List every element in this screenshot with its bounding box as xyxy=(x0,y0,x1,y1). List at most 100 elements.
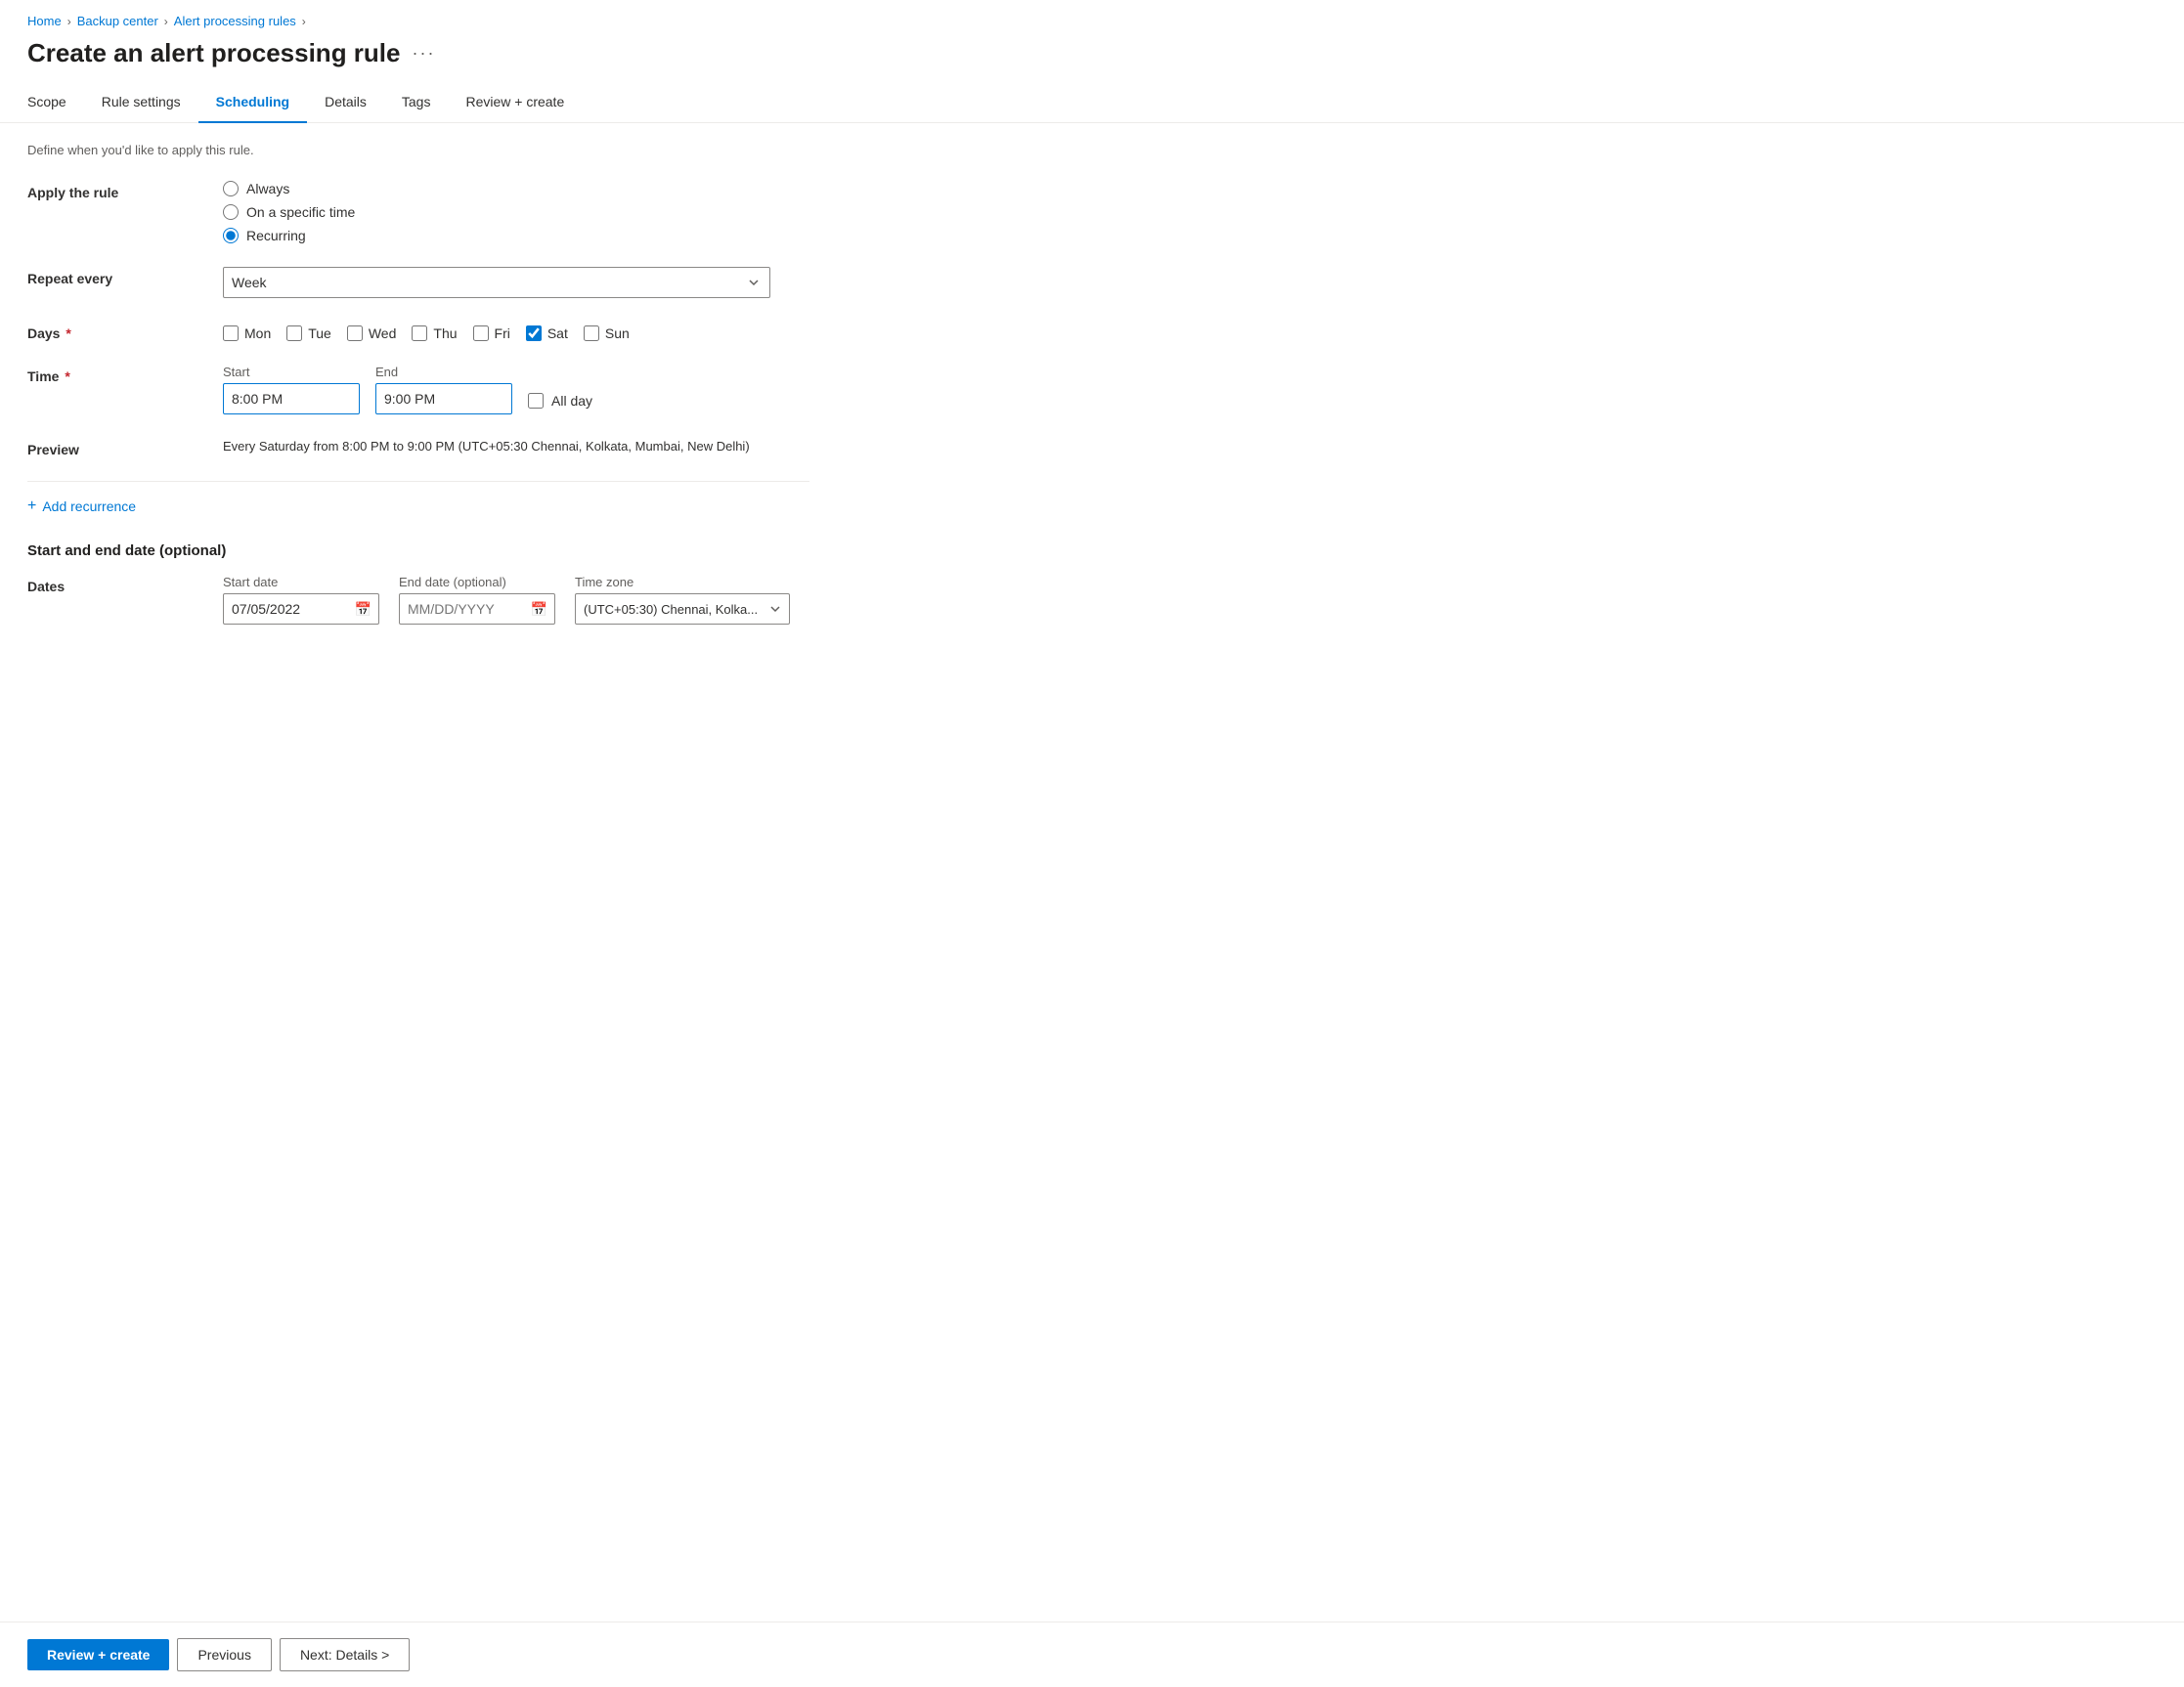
tab-scope[interactable]: Scope xyxy=(27,84,84,123)
day-wed[interactable]: Wed xyxy=(347,325,397,341)
start-end-date-heading: Start and end date (optional) xyxy=(27,542,809,559)
dates-label: Dates xyxy=(27,575,223,594)
end-date-input[interactable] xyxy=(399,593,555,625)
day-fri-label: Fri xyxy=(495,325,510,341)
time-label: Time * xyxy=(27,365,223,384)
day-sat-checkbox[interactable] xyxy=(526,325,542,341)
breadcrumb-backup-center[interactable]: Backup center xyxy=(77,14,158,28)
add-recurrence-link[interactable]: + Add recurrence xyxy=(27,497,809,515)
add-recurrence-label: Add recurrence xyxy=(42,498,136,514)
day-sat-label: Sat xyxy=(547,325,568,341)
day-tue[interactable]: Tue xyxy=(286,325,331,341)
tabs-container: Scope Rule settings Scheduling Details T… xyxy=(0,84,2184,123)
breadcrumb-home[interactable]: Home xyxy=(27,14,62,28)
breadcrumb-alert-rules[interactable]: Alert processing rules xyxy=(174,14,296,28)
repeat-every-row: Repeat every Hour Day Week Month xyxy=(27,267,809,298)
radio-specific-time-label: On a specific time xyxy=(246,204,355,220)
repeat-every-select[interactable]: Hour Day Week Month xyxy=(223,267,770,298)
page-title-area: Create an alert processing rule ··· xyxy=(0,34,2184,84)
apply-rule-label: Apply the rule xyxy=(27,181,223,200)
breadcrumb-sep2: › xyxy=(164,15,168,28)
tab-review-create[interactable]: Review + create xyxy=(448,84,582,123)
radio-always-input[interactable] xyxy=(223,181,239,196)
radio-specific-time[interactable]: On a specific time xyxy=(223,204,809,220)
start-end-date-section: Start and end date (optional) Dates Star… xyxy=(27,542,809,625)
radio-always[interactable]: Always xyxy=(223,181,809,196)
days-label: Days * xyxy=(27,322,223,341)
preview-row: Preview Every Saturday from 8:00 PM to 9… xyxy=(27,438,809,457)
end-date-wrapper: 📅 xyxy=(399,593,555,625)
days-required-marker: * xyxy=(62,325,70,341)
day-sun-label: Sun xyxy=(605,325,630,341)
radio-specific-time-input[interactable] xyxy=(223,204,239,220)
more-options-icon[interactable]: ··· xyxy=(412,43,435,64)
day-fri[interactable]: Fri xyxy=(473,325,510,341)
page-title: Create an alert processing rule xyxy=(27,38,400,68)
tab-scheduling[interactable]: Scheduling xyxy=(198,84,307,123)
end-date-label: End date (optional) xyxy=(399,575,555,589)
end-time-field: End xyxy=(375,365,512,414)
start-date-label: Start date xyxy=(223,575,379,589)
form-section: Apply the rule Always On a specific time… xyxy=(27,181,809,625)
preview-label: Preview xyxy=(27,438,223,457)
footer: Review + create Previous Next: Details > xyxy=(0,1622,2184,1687)
radio-always-label: Always xyxy=(246,181,289,196)
allday-option[interactable]: All day xyxy=(528,393,592,414)
day-sun[interactable]: Sun xyxy=(584,325,630,341)
preview-control: Every Saturday from 8:00 PM to 9:00 PM (… xyxy=(223,438,809,454)
day-tue-checkbox[interactable] xyxy=(286,325,302,341)
review-create-button[interactable]: Review + create xyxy=(27,1639,169,1670)
date-fields: Start date 📅 End date (optional) 📅 xyxy=(223,575,790,625)
start-date-input[interactable] xyxy=(223,593,379,625)
day-sun-checkbox[interactable] xyxy=(584,325,599,341)
tab-tags[interactable]: Tags xyxy=(384,84,449,123)
next-button[interactable]: Next: Details > xyxy=(280,1638,410,1671)
day-fri-checkbox[interactable] xyxy=(473,325,489,341)
radio-recurring-label: Recurring xyxy=(246,228,306,243)
breadcrumb-sep1: › xyxy=(67,15,71,28)
time-required-marker: * xyxy=(61,368,69,384)
tab-details[interactable]: Details xyxy=(307,84,384,123)
timezone-label: Time zone xyxy=(575,575,790,589)
apply-rule-row: Apply the rule Always On a specific time… xyxy=(27,181,809,243)
radio-recurring-input[interactable] xyxy=(223,228,239,243)
day-thu-checkbox[interactable] xyxy=(412,325,427,341)
end-time-label: End xyxy=(375,365,512,379)
days-group: Mon Tue Wed Thu xyxy=(223,322,809,341)
day-wed-checkbox[interactable] xyxy=(347,325,363,341)
start-date-wrapper: 📅 xyxy=(223,593,379,625)
time-control: Start End All day xyxy=(223,365,809,414)
day-thu-label: Thu xyxy=(433,325,457,341)
day-mon[interactable]: Mon xyxy=(223,325,271,341)
end-time-input[interactable] xyxy=(375,383,512,414)
repeat-every-label: Repeat every xyxy=(27,267,223,286)
allday-checkbox[interactable] xyxy=(528,393,544,409)
start-time-field: Start xyxy=(223,365,360,414)
apply-rule-control: Always On a specific time Recurring xyxy=(223,181,809,243)
page-subtitle: Define when you'd like to apply this rul… xyxy=(27,143,2157,157)
day-sat[interactable]: Sat xyxy=(526,325,568,341)
days-control: Mon Tue Wed Thu xyxy=(223,322,809,341)
breadcrumb-sep3: › xyxy=(302,15,306,28)
day-mon-label: Mon xyxy=(244,325,271,341)
dates-row: Dates Start date 📅 End date (optional) xyxy=(27,575,809,625)
day-thu[interactable]: Thu xyxy=(412,325,457,341)
time-group: Start End All day xyxy=(223,365,809,414)
timezone-select[interactable]: (UTC+05:30) Chennai, Kolka... xyxy=(575,593,790,625)
preview-text: Every Saturday from 8:00 PM to 9:00 PM (… xyxy=(223,435,750,454)
apply-rule-radio-group: Always On a specific time Recurring xyxy=(223,181,809,243)
radio-recurring[interactable]: Recurring xyxy=(223,228,809,243)
plus-icon: + xyxy=(27,497,36,515)
start-date-field: Start date 📅 xyxy=(223,575,379,625)
main-content: Define when you'd like to apply this rul… xyxy=(0,123,2184,1622)
days-row: Days * Mon Tue Wed xyxy=(27,322,809,341)
start-time-input[interactable] xyxy=(223,383,360,414)
tab-rule-settings[interactable]: Rule settings xyxy=(84,84,198,123)
start-time-label: Start xyxy=(223,365,360,379)
breadcrumb: Home › Backup center › Alert processing … xyxy=(0,0,2184,34)
repeat-every-control: Hour Day Week Month xyxy=(223,267,809,298)
previous-button[interactable]: Previous xyxy=(177,1638,271,1671)
day-mon-checkbox[interactable] xyxy=(223,325,239,341)
end-date-field: End date (optional) 📅 xyxy=(399,575,555,625)
time-row: Time * Start End All day xyxy=(27,365,809,414)
